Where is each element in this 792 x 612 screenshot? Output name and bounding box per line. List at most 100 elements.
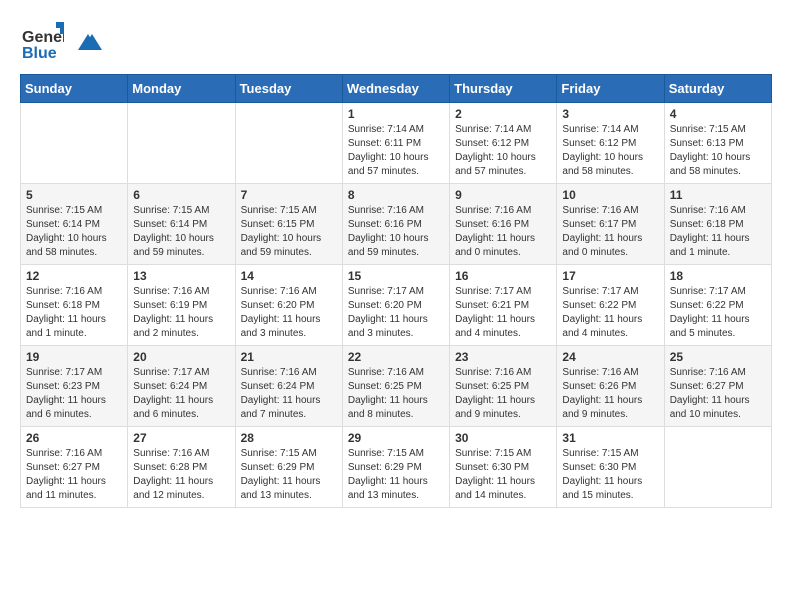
day-info: Sunrise: 7:15 AM Sunset: 6:14 PM Dayligh… xyxy=(133,204,229,260)
day-number: 31 xyxy=(562,431,658,445)
empty-cell xyxy=(664,427,771,508)
calendar-day-cell: 13Sunrise: 7:16 AM Sunset: 6:19 PM Dayli… xyxy=(128,265,235,346)
day-number: 1 xyxy=(348,107,444,121)
calendar-day-cell: 9Sunrise: 7:16 AM Sunset: 6:16 PM Daylig… xyxy=(450,184,557,265)
day-number: 13 xyxy=(133,269,229,283)
day-number: 4 xyxy=(670,107,766,121)
calendar-week-row: 5 Sunrise: 7:15 AM Sunset: 6:14 PM Daylig… xyxy=(21,184,772,265)
calendar-day-cell: 1 Sunrise: 7:14 AM Sunset: 6:11 PM Daylig… xyxy=(342,103,449,184)
day-info: Sunrise: 7:15 AM Sunset: 6:30 PM Dayligh… xyxy=(562,447,658,503)
svg-text:Blue: Blue xyxy=(22,45,57,62)
day-number: 27 xyxy=(133,431,229,445)
day-info: Sunrise: 7:16 AM Sunset: 6:24 PM Dayligh… xyxy=(241,366,337,422)
page-header: General Blue xyxy=(20,20,772,64)
calendar-day-cell: 23 Sunrise: 7:16 AM Sunset: 6:25 PM Dayli… xyxy=(450,346,557,427)
header-sunday: Sunday xyxy=(21,75,128,103)
day-number: 30 xyxy=(455,431,551,445)
calendar-day-cell: 29 Sunrise: 7:15 AM Sunset: 6:29 PM Dayli… xyxy=(342,427,449,508)
calendar-day-cell: 20 Sunrise: 7:17 AM Sunset: 6:24 PM Dayli… xyxy=(128,346,235,427)
day-number: 16 xyxy=(455,269,551,283)
empty-cell xyxy=(235,103,342,184)
empty-cell xyxy=(21,103,128,184)
header-tuesday: Tuesday xyxy=(235,75,342,103)
calendar-day-cell: 16 Sunrise: 7:17 AM Sunset: 6:21 PM Dayli… xyxy=(450,265,557,346)
header-monday: Monday xyxy=(128,75,235,103)
calendar-week-row: 19 Sunrise: 7:17 AM Sunset: 6:23 PM Dayli… xyxy=(21,346,772,427)
day-number: 23 xyxy=(455,350,551,364)
day-number: 17 xyxy=(562,269,658,283)
calendar-day-cell: 30Sunrise: 7:15 AM Sunset: 6:30 PM Dayli… xyxy=(450,427,557,508)
header-wednesday: Wednesday xyxy=(342,75,449,103)
day-number: 15 xyxy=(348,269,444,283)
day-number: 2 xyxy=(455,107,551,121)
day-number: 29 xyxy=(348,431,444,445)
calendar-day-cell: 27 Sunrise: 7:16 AM Sunset: 6:28 PM Dayli… xyxy=(128,427,235,508)
day-info: Sunrise: 7:16 AM Sunset: 6:27 PM Dayligh… xyxy=(670,366,766,422)
day-info: Sunrise: 7:16 AM Sunset: 6:28 PM Dayligh… xyxy=(133,447,229,503)
calendar-week-row: 1 Sunrise: 7:14 AM Sunset: 6:11 PM Daylig… xyxy=(21,103,772,184)
day-info: Sunrise: 7:16 AM Sunset: 6:18 PM Dayligh… xyxy=(670,204,766,260)
day-number: 8 xyxy=(348,188,444,202)
day-number: 19 xyxy=(26,350,122,364)
day-info: Sunrise: 7:16 AM Sunset: 6:27 PM Dayligh… xyxy=(26,447,122,503)
calendar-week-row: 12 Sunrise: 7:16 AM Sunset: 6:18 PM Dayli… xyxy=(21,265,772,346)
day-info: Sunrise: 7:14 AM Sunset: 6:12 PM Dayligh… xyxy=(562,123,658,179)
day-number: 10 xyxy=(562,188,658,202)
day-number: 7 xyxy=(241,188,337,202)
header-thursday: Thursday xyxy=(450,75,557,103)
day-number: 9 xyxy=(455,188,551,202)
calendar-day-cell: 7 Sunrise: 7:15 AM Sunset: 6:15 PM Daylig… xyxy=(235,184,342,265)
day-number: 3 xyxy=(562,107,658,121)
calendar-header-row: SundayMondayTuesdayWednesdayThursdayFrid… xyxy=(21,75,772,103)
calendar-day-cell: 25Sunrise: 7:16 AM Sunset: 6:27 PM Dayli… xyxy=(664,346,771,427)
day-info: Sunrise: 7:16 AM Sunset: 6:25 PM Dayligh… xyxy=(455,366,551,422)
day-info: Sunrise: 7:14 AM Sunset: 6:11 PM Dayligh… xyxy=(348,123,444,179)
calendar-day-cell: 8 Sunrise: 7:16 AM Sunset: 6:16 PM Daylig… xyxy=(342,184,449,265)
day-number: 21 xyxy=(241,350,337,364)
day-info: Sunrise: 7:15 AM Sunset: 6:15 PM Dayligh… xyxy=(241,204,337,260)
calendar-day-cell: 18 Sunrise: 7:17 AM Sunset: 6:22 PM Dayli… xyxy=(664,265,771,346)
calendar-day-cell: 24 Sunrise: 7:16 AM Sunset: 6:26 PM Dayli… xyxy=(557,346,664,427)
logo-icon: General Blue xyxy=(20,20,64,64)
calendar-day-cell: 31 Sunrise: 7:15 AM Sunset: 6:30 PM Dayli… xyxy=(557,427,664,508)
day-number: 6 xyxy=(133,188,229,202)
day-number: 11 xyxy=(670,188,766,202)
day-info: Sunrise: 7:15 AM Sunset: 6:29 PM Dayligh… xyxy=(348,447,444,503)
day-number: 28 xyxy=(241,431,337,445)
day-number: 20 xyxy=(133,350,229,364)
day-number: 5 xyxy=(26,188,122,202)
calendar-day-cell: 19 Sunrise: 7:17 AM Sunset: 6:23 PM Dayli… xyxy=(21,346,128,427)
calendar-day-cell: 21 Sunrise: 7:16 AM Sunset: 6:24 PM Dayli… xyxy=(235,346,342,427)
svg-text:General: General xyxy=(22,29,64,46)
day-info: Sunrise: 7:16 AM Sunset: 6:18 PM Dayligh… xyxy=(26,285,122,341)
calendar-day-cell: 17Sunrise: 7:17 AM Sunset: 6:22 PM Dayli… xyxy=(557,265,664,346)
day-info: Sunrise: 7:17 AM Sunset: 6:23 PM Dayligh… xyxy=(26,366,122,422)
day-info: Sunrise: 7:16 AM Sunset: 6:26 PM Dayligh… xyxy=(562,366,658,422)
day-info: Sunrise: 7:17 AM Sunset: 6:21 PM Dayligh… xyxy=(455,285,551,341)
day-info: Sunrise: 7:15 AM Sunset: 6:14 PM Dayligh… xyxy=(26,204,122,260)
empty-cell xyxy=(128,103,235,184)
calendar-day-cell: 2 Sunrise: 7:14 AM Sunset: 6:12 PM Daylig… xyxy=(450,103,557,184)
day-info: Sunrise: 7:17 AM Sunset: 6:22 PM Dayligh… xyxy=(670,285,766,341)
day-number: 18 xyxy=(670,269,766,283)
calendar-day-cell: 26 Sunrise: 7:16 AM Sunset: 6:27 PM Dayli… xyxy=(21,427,128,508)
day-info: Sunrise: 7:15 AM Sunset: 6:13 PM Dayligh… xyxy=(670,123,766,179)
day-number: 12 xyxy=(26,269,122,283)
calendar-day-cell: 11 Sunrise: 7:16 AM Sunset: 6:18 PM Dayli… xyxy=(664,184,771,265)
day-info: Sunrise: 7:14 AM Sunset: 6:12 PM Dayligh… xyxy=(455,123,551,179)
calendar-day-cell: 4 Sunrise: 7:15 AM Sunset: 6:13 PM Daylig… xyxy=(664,103,771,184)
day-number: 24 xyxy=(562,350,658,364)
logo: General Blue xyxy=(20,20,102,64)
day-info: Sunrise: 7:16 AM Sunset: 6:16 PM Dayligh… xyxy=(348,204,444,260)
calendar-day-cell: 5 Sunrise: 7:15 AM Sunset: 6:14 PM Daylig… xyxy=(21,184,128,265)
day-info: Sunrise: 7:17 AM Sunset: 6:24 PM Dayligh… xyxy=(133,366,229,422)
day-number: 26 xyxy=(26,431,122,445)
calendar-day-cell: 3 Sunrise: 7:14 AM Sunset: 6:12 PM Daylig… xyxy=(557,103,664,184)
calendar-day-cell: 6 Sunrise: 7:15 AM Sunset: 6:14 PM Daylig… xyxy=(128,184,235,265)
day-info: Sunrise: 7:16 AM Sunset: 6:20 PM Dayligh… xyxy=(241,285,337,341)
day-number: 14 xyxy=(241,269,337,283)
calendar-table: SundayMondayTuesdayWednesdayThursdayFrid… xyxy=(20,74,772,508)
calendar-day-cell: 12 Sunrise: 7:16 AM Sunset: 6:18 PM Dayli… xyxy=(21,265,128,346)
day-info: Sunrise: 7:15 AM Sunset: 6:29 PM Dayligh… xyxy=(241,447,337,503)
day-info: Sunrise: 7:16 AM Sunset: 6:17 PM Dayligh… xyxy=(562,204,658,260)
